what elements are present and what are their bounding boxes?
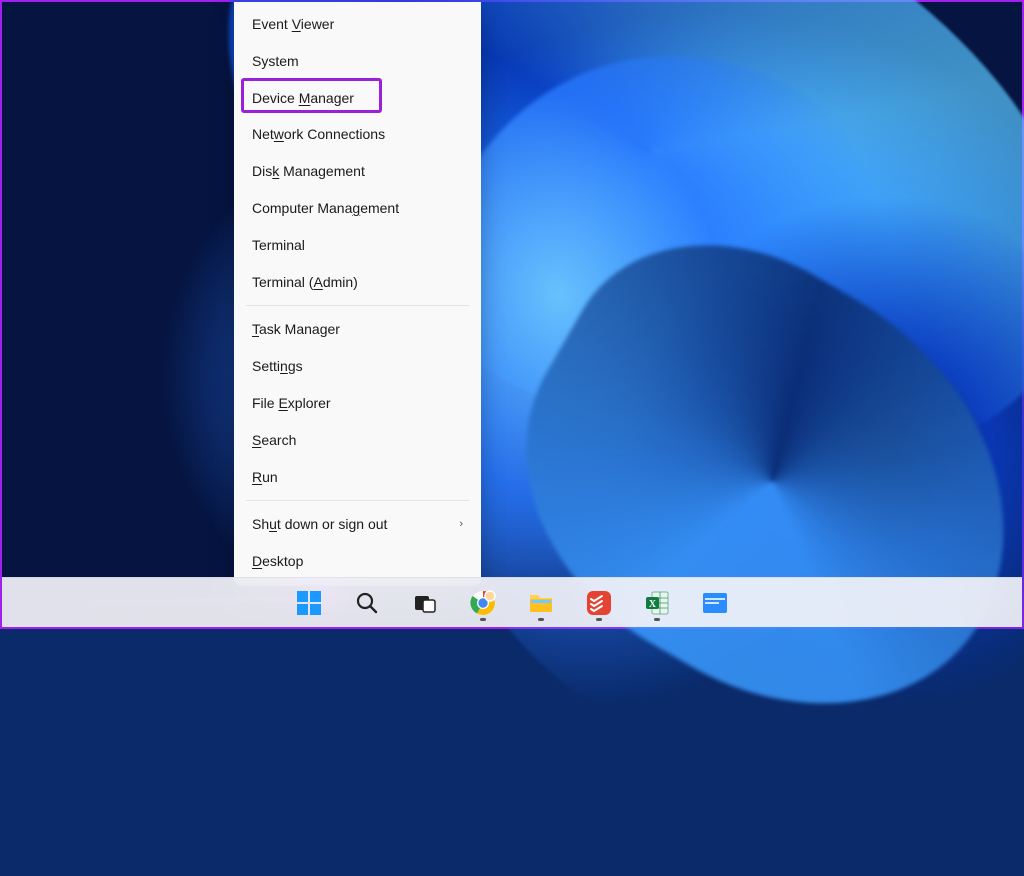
menu-separator: [246, 305, 469, 306]
menu-item[interactable]: Terminal (Admin): [234, 264, 481, 301]
menu-item[interactable]: Settings: [234, 348, 481, 385]
menu-item[interactable]: Network Connections: [234, 116, 481, 153]
menu-item-label: Terminal (Admin): [252, 274, 358, 291]
app-icon: [702, 592, 728, 614]
menu-item-label: Task Manager: [252, 321, 340, 338]
menu-item[interactable]: System: [234, 43, 481, 80]
todoist-button[interactable]: [578, 583, 620, 623]
menu-item-label: File Explorer: [252, 395, 331, 412]
file-explorer-button[interactable]: [520, 583, 562, 623]
chrome-icon: [470, 590, 496, 616]
menu-separator: [246, 500, 469, 501]
search-icon: [355, 591, 379, 615]
start-icon: [296, 590, 322, 616]
menu-item-label: Device Manager: [252, 90, 354, 107]
menu-item[interactable]: Shut down or sign out ›: [234, 506, 481, 543]
menu-item-label: System: [252, 53, 299, 70]
file-explorer-icon: [528, 591, 554, 615]
menu-item-label: Disk Management: [252, 163, 365, 180]
menu-item-label: Desktop: [252, 553, 303, 570]
todoist-icon: [586, 590, 612, 616]
menu-item-label: Event Viewer: [252, 16, 334, 33]
menu-item[interactable]: Device Manager: [234, 80, 481, 117]
menu-item-label: Run: [252, 469, 278, 486]
menu-item-label: Shut down or sign out: [252, 516, 387, 533]
menu-item-label: Terminal: [252, 237, 305, 254]
chevron-right-icon: ›: [459, 518, 463, 531]
menu-item[interactable]: Desktop: [234, 543, 481, 580]
taskview-button[interactable]: [404, 583, 446, 623]
desktop-wallpaper: [2, 2, 1022, 627]
excel-icon: X: [644, 590, 670, 616]
svg-text:X: X: [649, 599, 657, 610]
chrome-button[interactable]: [462, 583, 504, 623]
winx-context-menu: Event Viewer System Device Manager Network …: [234, 2, 481, 586]
menu-item-label: Computer Management: [252, 200, 399, 217]
menu-item[interactable]: Task Manager: [234, 311, 481, 348]
menu-item[interactable]: Computer Management: [234, 190, 481, 227]
search-button[interactable]: [346, 583, 388, 623]
menu-item[interactable]: Run: [234, 459, 481, 496]
menu-item-label: Search: [252, 432, 296, 449]
taskbar: X: [2, 577, 1022, 627]
running-indicator: [654, 618, 660, 621]
menu-item-label: Network Connections: [252, 126, 385, 143]
menu-item[interactable]: Search: [234, 422, 481, 459]
menu-item[interactable]: File Explorer: [234, 385, 481, 422]
app-button[interactable]: [694, 583, 736, 623]
running-indicator: [538, 618, 544, 621]
running-indicator: [596, 618, 602, 621]
menu-item[interactable]: Event Viewer: [234, 6, 481, 43]
menu-item-label: Settings: [252, 358, 303, 375]
menu-item[interactable]: Disk Management: [234, 153, 481, 190]
start-button[interactable]: [288, 583, 330, 623]
taskview-icon: [413, 591, 437, 615]
running-indicator: [480, 618, 486, 621]
excel-button[interactable]: X: [636, 583, 678, 623]
menu-item[interactable]: Terminal: [234, 227, 481, 264]
